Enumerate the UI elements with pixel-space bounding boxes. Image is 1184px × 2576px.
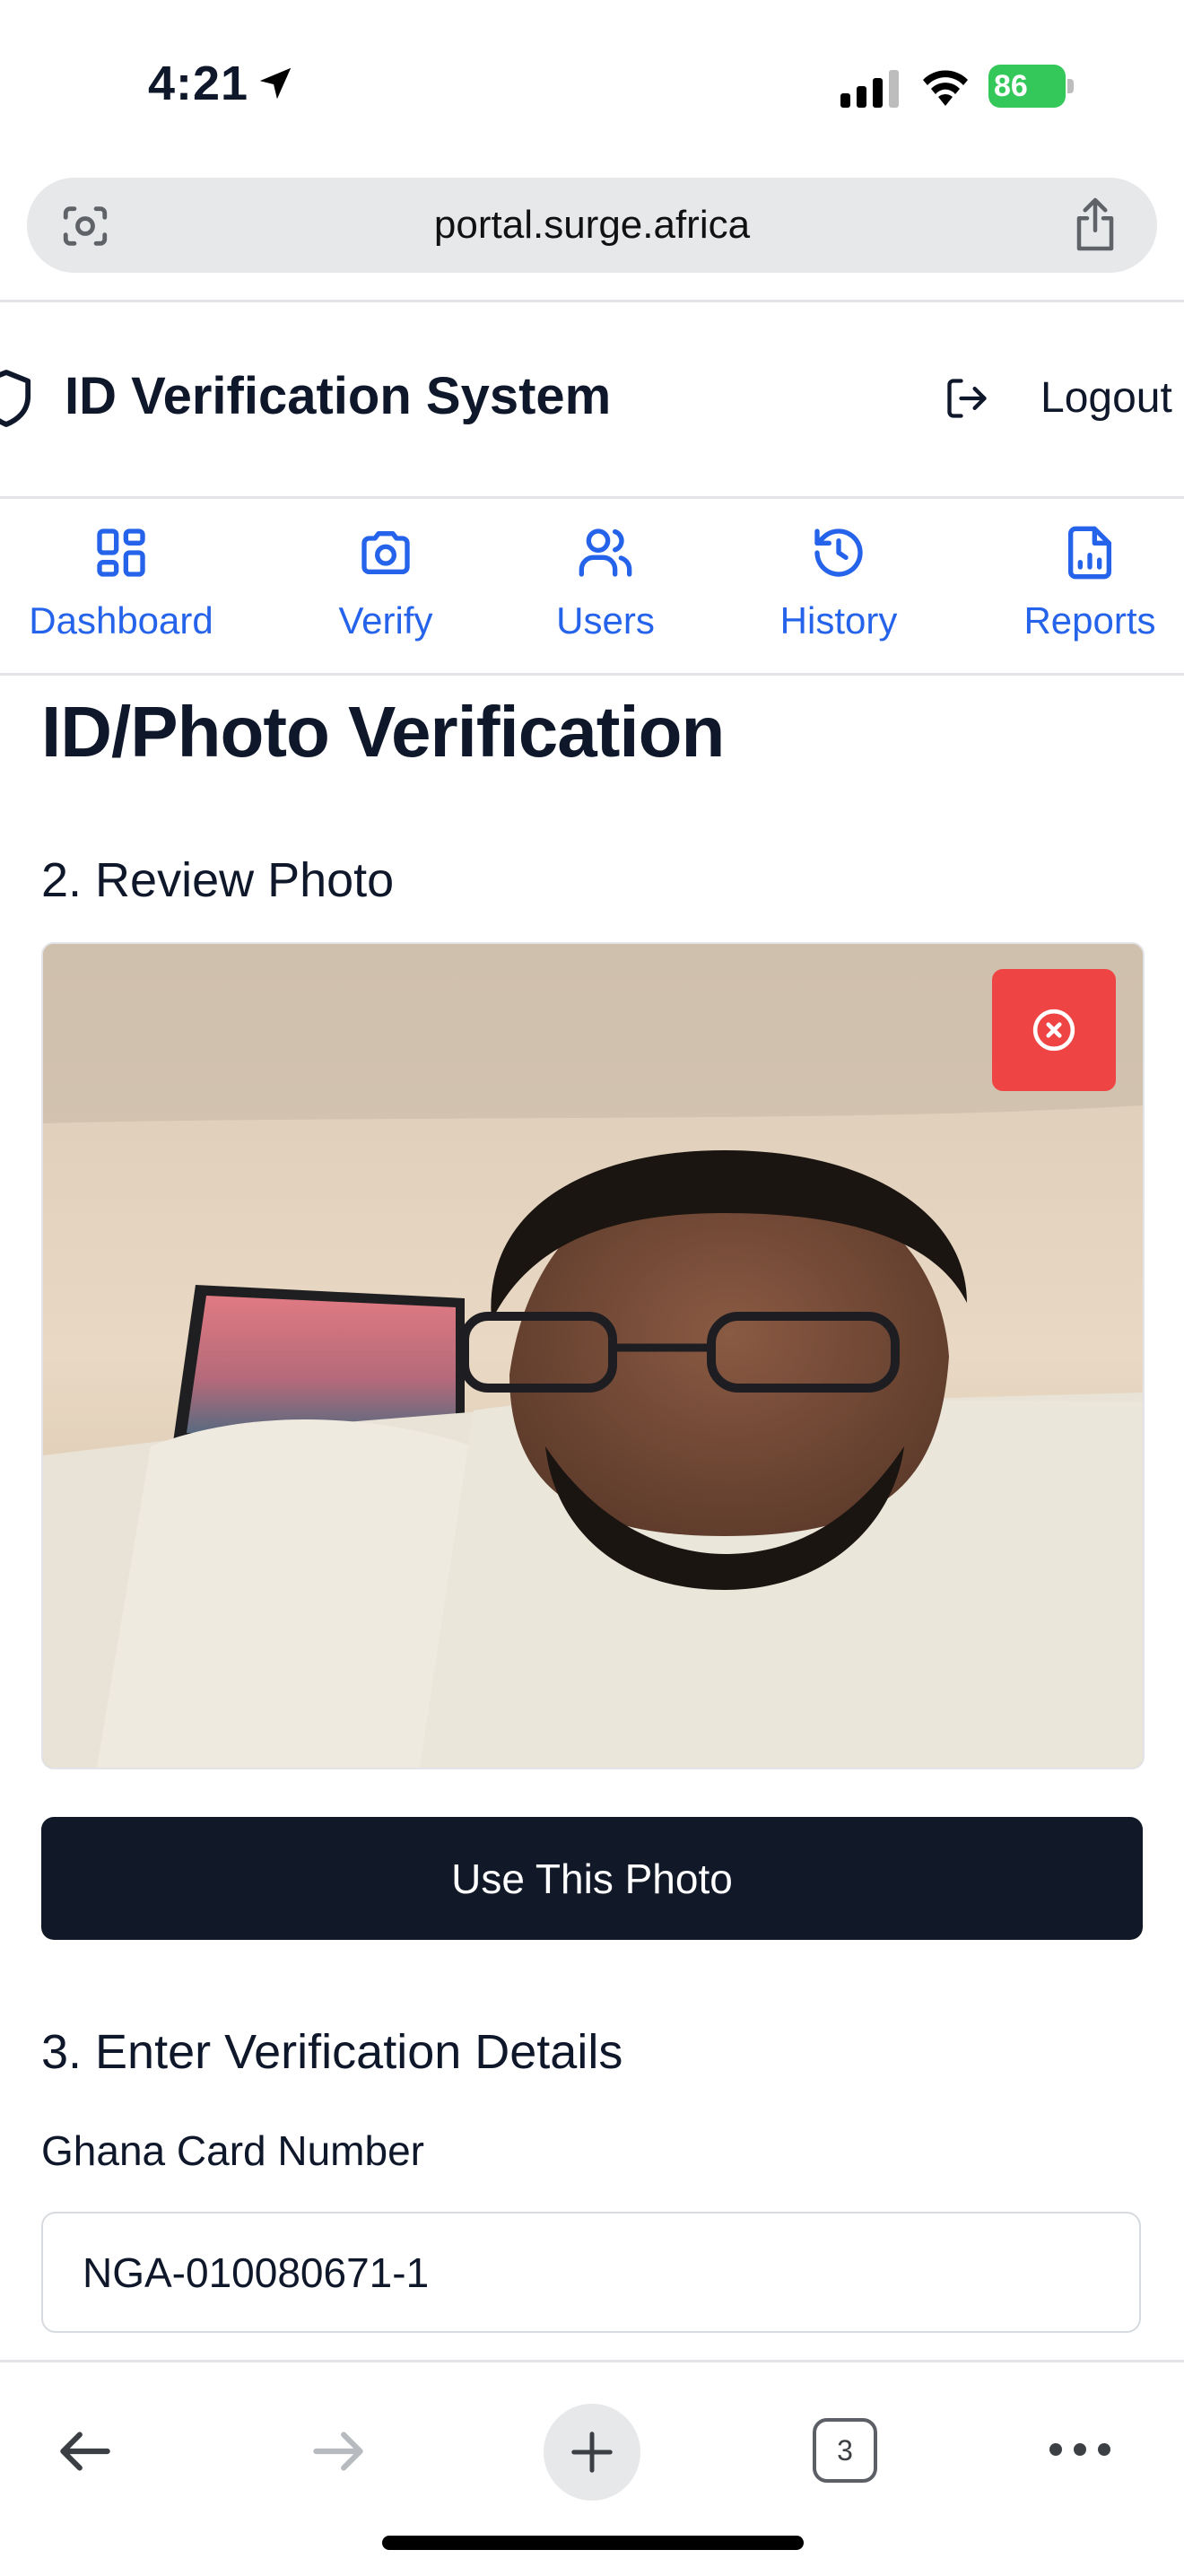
more-options-icon[interactable] xyxy=(1045,2436,1115,2463)
battery-level: 86 xyxy=(994,69,1028,103)
nav-reports[interactable]: Reports xyxy=(1000,524,1180,642)
camera-icon xyxy=(361,531,410,574)
battery-icon: 86 xyxy=(988,65,1075,108)
users-icon xyxy=(579,528,632,577)
nav-label: Users xyxy=(556,599,655,642)
nav-label: History xyxy=(779,599,898,642)
tabs-button[interactable]: 3 xyxy=(813,2418,877,2483)
remove-photo-button[interactable] xyxy=(992,969,1116,1091)
divider xyxy=(0,673,1184,676)
shield-icon xyxy=(0,370,31,427)
nav-verify[interactable]: Verify xyxy=(305,524,466,642)
back-arrow-icon[interactable] xyxy=(52,2418,118,2484)
use-photo-button[interactable]: Use This Photo xyxy=(41,1817,1143,1940)
share-icon[interactable] xyxy=(1071,196,1119,253)
nav-dashboard[interactable]: Dashboard xyxy=(18,524,224,642)
nav-users[interactable]: Users xyxy=(525,524,686,642)
captured-photo xyxy=(41,942,1145,1769)
ghana-card-label: Ghana Card Number xyxy=(41,2127,424,2174)
logout-icon[interactable] xyxy=(944,375,990,422)
nav-label: Reports xyxy=(1023,599,1156,642)
url-text[interactable]: portal.surge.africa xyxy=(27,203,1157,248)
nav-history[interactable]: History xyxy=(749,524,928,642)
home-indicator xyxy=(382,2536,804,2550)
review-photo-heading: 2. Review Photo xyxy=(41,853,395,907)
dashboard-icon xyxy=(97,528,145,577)
logout-button[interactable]: Logout xyxy=(1040,373,1172,423)
reports-icon xyxy=(1068,526,1111,580)
ghana-card-input[interactable] xyxy=(41,2212,1141,2333)
app-title: ID Verification System xyxy=(65,367,612,425)
history-icon xyxy=(814,528,863,577)
verification-details-heading: 3. Enter Verification Details xyxy=(41,2025,623,2079)
nav-label: Dashboard xyxy=(29,599,213,642)
divider xyxy=(0,300,1184,302)
new-tab-button[interactable] xyxy=(544,2404,640,2501)
page-title: ID/Photo Verification xyxy=(41,692,725,772)
status-bar: 4:21 86 xyxy=(0,0,1184,170)
close-circle-icon xyxy=(1032,1009,1075,1052)
nav-label: Verify xyxy=(338,599,433,642)
photo-image xyxy=(43,944,1143,1768)
location-arrow-icon xyxy=(259,67,292,100)
status-time: 4:21 xyxy=(148,57,249,110)
forward-arrow-icon[interactable] xyxy=(305,2418,371,2484)
divider xyxy=(0,496,1184,499)
address-bar[interactable]: portal.surge.africa xyxy=(27,178,1157,273)
wifi-icon xyxy=(923,70,968,106)
plus-icon xyxy=(571,2432,613,2473)
cellular-signal-icon xyxy=(840,70,899,108)
